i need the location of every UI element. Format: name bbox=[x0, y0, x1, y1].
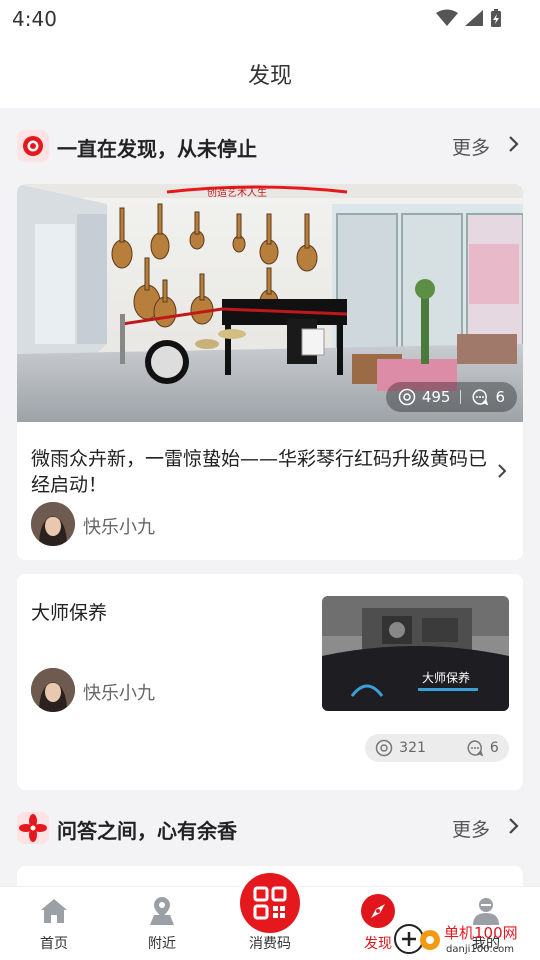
tab-home[interactable]: 首页 bbox=[0, 887, 108, 960]
post-title[interactable]: 微雨众卉新，一雷惊蛰始——华彩琴行红码升级黄码已经启动！ bbox=[31, 446, 489, 498]
tab-nearby[interactable]: 附近 bbox=[108, 887, 216, 960]
svg-text:danji100.com: danji100.com bbox=[446, 944, 514, 955]
chevron-right-icon[interactable] bbox=[508, 134, 520, 154]
status-time: 4:40 bbox=[12, 7, 57, 31]
compass-icon bbox=[361, 894, 395, 928]
thumb-text: 大师保养 bbox=[422, 670, 470, 685]
comment-count: 6 bbox=[489, 740, 499, 756]
more-link[interactable]: 更多 bbox=[452, 133, 490, 160]
chevron-right-icon[interactable] bbox=[508, 816, 520, 836]
post-thumbnail[interactable]: 大师保养 bbox=[322, 596, 509, 711]
comment-icon bbox=[467, 740, 484, 757]
post-stats: 495 6 bbox=[385, 382, 517, 412]
status-icons bbox=[436, 8, 502, 28]
tab-label: 附近 bbox=[148, 936, 176, 952]
section-title: 问答之间，心有余香 bbox=[57, 819, 237, 843]
home-icon bbox=[41, 899, 67, 923]
wifi-icon bbox=[436, 9, 458, 26]
signal-icon bbox=[465, 10, 483, 26]
page-title: 发现 bbox=[247, 64, 292, 89]
view-count: 495 bbox=[421, 388, 451, 406]
eye-icon bbox=[398, 388, 416, 406]
qrcode-icon bbox=[253, 886, 287, 920]
eye-icon bbox=[375, 739, 393, 757]
post-title[interactable]: 大师保养 bbox=[31, 598, 107, 625]
tab-label: 首页 bbox=[40, 936, 68, 952]
battery-icon bbox=[491, 9, 501, 27]
divider bbox=[460, 390, 462, 404]
avatar[interactable] bbox=[31, 502, 75, 546]
status-bar: 4:40 bbox=[0, 0, 540, 36]
comment-count: 6 bbox=[495, 388, 505, 406]
qrcode-button[interactable] bbox=[240, 873, 300, 933]
post-stats: 321 6 bbox=[365, 734, 509, 762]
view-count: 321 bbox=[399, 740, 426, 756]
chevron-right-icon[interactable] bbox=[497, 462, 507, 480]
section-header-discover: 一直在发现，从未停止 更多 bbox=[0, 118, 540, 174]
tab-label: 消费码 bbox=[249, 936, 291, 952]
author-name[interactable]: 快乐小九 bbox=[83, 513, 155, 539]
post-photo: 创造艺术人生 495 6 bbox=[17, 184, 523, 422]
location-icon bbox=[150, 897, 174, 925]
flower-icon bbox=[17, 812, 49, 844]
app-bar: 发现 bbox=[0, 36, 540, 108]
target-icon bbox=[17, 130, 49, 162]
comment-icon bbox=[472, 389, 489, 406]
section-title: 一直在发现，从未停止 bbox=[57, 137, 257, 161]
watermark-logo: 单机100网 danji100.com bbox=[392, 918, 538, 958]
author-name[interactable]: 快乐小九 bbox=[83, 679, 155, 705]
photo-sign-text: 创造艺术人生 bbox=[207, 186, 267, 199]
post-card[interactable]: 创造艺术人生 495 6 微雨众卉新，一雷惊蛰始——华彩琴行红码升级黄码已经启动… bbox=[17, 184, 523, 560]
tab-consume-code[interactable]: 消费码 bbox=[216, 873, 324, 960]
svg-text:单机100网: 单机100网 bbox=[444, 924, 518, 942]
more-link[interactable]: 更多 bbox=[452, 815, 490, 842]
avatar[interactable] bbox=[31, 668, 75, 712]
post-card[interactable]: 大师保养 快乐小九 大师保养 321 6 bbox=[17, 574, 523, 790]
section-header-qa: 问答之间，心有余香 更多 bbox=[0, 800, 540, 856]
